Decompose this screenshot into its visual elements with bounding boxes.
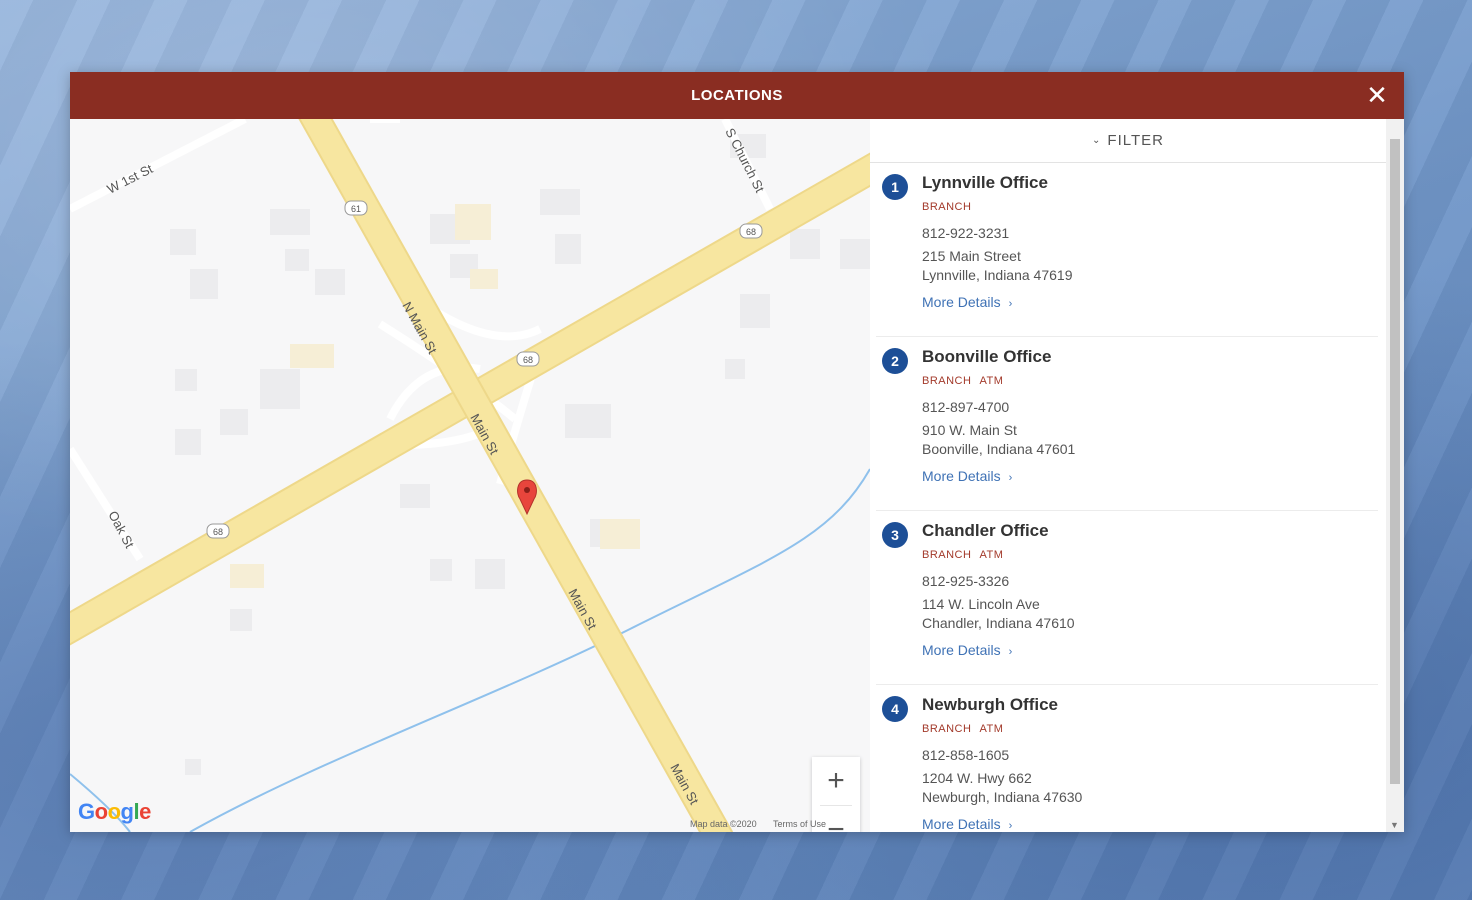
location-tags: BRANCH ATM (922, 375, 1075, 387)
location-phone[interactable]: 812-925-3326 (922, 573, 1075, 589)
google-logo[interactable]: Google (78, 799, 151, 825)
location-phone[interactable]: 812-897-4700 (922, 399, 1075, 415)
address-line-2: Newburgh, Indiana 47630 (922, 789, 1083, 805)
chevron-right-icon: › (1008, 472, 1013, 484)
chevron-right-icon: › (1008, 298, 1013, 310)
map-view[interactable]: 61 68 68 68 W 1st St S Church St N Main … (70, 119, 870, 832)
svg-text:68: 68 (523, 355, 533, 365)
address-line-2: Lynnville, Indiana 47619 (922, 267, 1073, 283)
location-item: 4 Newburgh Office BRANCH ATM 812-858-1605… (876, 685, 1378, 832)
tag-atm: ATM (979, 723, 1004, 735)
chevron-right-icon: › (1008, 820, 1013, 832)
more-details-link[interactable]: More Details › (922, 642, 1075, 658)
tag-branch: BRANCH (922, 375, 972, 387)
address-line-1: 910 W. Main St (922, 422, 1017, 438)
chevron-down-icon: ⌄ (1092, 135, 1102, 146)
svg-text:68: 68 (746, 227, 756, 237)
more-details-link[interactable]: More Details › (922, 816, 1082, 832)
modal-title: LOCATIONS (691, 87, 783, 104)
locations-modal: LOCATIONS ✕ 61 68 68 68 W 1st St S Churc… (70, 72, 1404, 832)
map-canvas[interactable]: 61 68 68 68 W 1st St S Church St N Main … (70, 119, 870, 832)
location-item: 2 Boonville Office BRANCH ATM 812-897-470… (876, 337, 1378, 511)
location-name: Boonville Office (922, 347, 1052, 366)
tag-branch: BRANCH (922, 723, 972, 735)
location-tags: BRANCH ATM (922, 549, 1075, 561)
filter-toggle[interactable]: ⌄ FILTER (870, 119, 1386, 163)
tag-branch: BRANCH (922, 549, 972, 561)
panel-scrollbar[interactable]: ▼ (1386, 119, 1404, 832)
map-data-attribution: Map data ©2020 (690, 819, 757, 829)
tag-atm: ATM (979, 549, 1004, 561)
address-line-1: 114 W. Lincoln Ave (922, 596, 1040, 612)
location-number-badge: 1 (882, 174, 908, 200)
location-name: Lynnville Office (922, 173, 1048, 192)
location-number-badge: 4 (882, 696, 908, 722)
scrollbar-thumb[interactable] (1390, 139, 1400, 784)
tag-atm: ATM (979, 375, 1004, 387)
svg-text:68: 68 (213, 527, 223, 537)
location-name: Newburgh Office (922, 695, 1059, 714)
filter-label: FILTER (1107, 132, 1164, 149)
street-label-w-1st: W 1st St (105, 161, 156, 197)
more-details-link[interactable]: More Details › (922, 294, 1073, 310)
location-address: 910 W. Main St Boonville, Indiana 47601 (922, 421, 1075, 459)
locations-list: 1 Lynnville Office BRANCH 812-922-3231 2… (870, 163, 1386, 832)
address-line-2: Chandler, Indiana 47610 (922, 615, 1075, 631)
address-line-1: 1204 W. Hwy 662 (922, 770, 1032, 786)
location-address: 215 Main Street Lynnville, Indiana 47619 (922, 247, 1073, 285)
location-number-badge: 3 (882, 522, 908, 548)
zoom-in-button[interactable]: + (812, 757, 860, 805)
location-item: 1 Lynnville Office BRANCH 812-922-3231 2… (876, 163, 1378, 337)
location-phone[interactable]: 812-922-3231 (922, 225, 1073, 241)
locations-panel: ⌄ FILTER 1 Lynnville Office BRANCH 812-9… (870, 119, 1404, 832)
chevron-right-icon: › (1008, 646, 1013, 658)
more-details-link[interactable]: More Details › (922, 468, 1075, 484)
svg-text:61: 61 (351, 204, 361, 214)
map-footer: Map data ©2020 Terms of Use (690, 819, 840, 829)
street-label-oak: Oak St (105, 508, 137, 550)
location-tags: BRANCH (922, 201, 1073, 213)
scroll-down-icon[interactable]: ▼ (1390, 820, 1399, 830)
location-name: Chandler Office (922, 521, 1049, 540)
address-line-2: Boonville, Indiana 47601 (922, 441, 1076, 457)
location-tags: BRANCH ATM (922, 723, 1082, 735)
tag-branch: BRANCH (922, 201, 972, 213)
location-phone[interactable]: 812-858-1605 (922, 747, 1082, 763)
location-address: 1204 W. Hwy 662 Newburgh, Indiana 47630 (922, 769, 1082, 807)
terms-of-use-link[interactable]: Terms of Use (773, 819, 826, 829)
close-icon[interactable]: ✕ (1364, 82, 1390, 108)
address-line-1: 215 Main Street (922, 248, 1021, 264)
location-number-badge: 2 (882, 348, 908, 374)
location-item: 3 Chandler Office BRANCH ATM 812-925-3326… (876, 511, 1378, 685)
location-address: 114 W. Lincoln Ave Chandler, Indiana 476… (922, 595, 1075, 633)
modal-header: LOCATIONS ✕ (70, 72, 1404, 119)
